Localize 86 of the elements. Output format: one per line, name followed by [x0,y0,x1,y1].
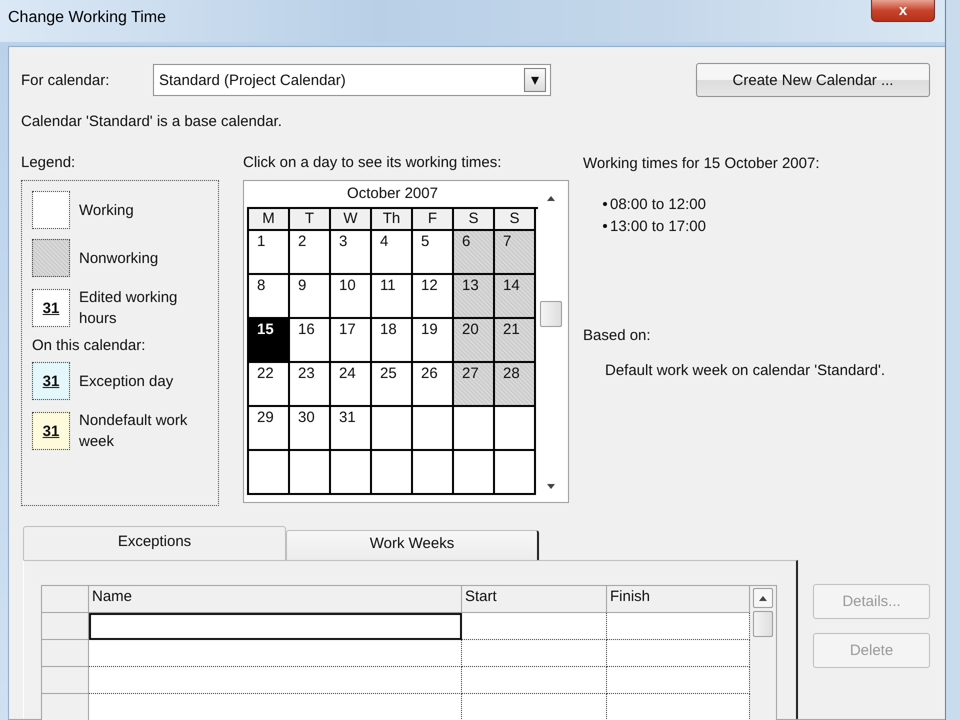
close-button[interactable]: x [871,0,935,22]
weekday-header: T [290,209,331,231]
day-cell[interactable]: 14 [495,275,536,319]
day-cell[interactable]: 22 [249,363,290,407]
table-cell[interactable] [462,640,607,667]
scroll-up-icon[interactable] [546,195,556,201]
scroll-thumb[interactable] [753,611,773,637]
day-cell[interactable]: 10 [331,275,372,319]
day-cell[interactable]: 25 [372,363,413,407]
legend-swatch: 31 [32,289,70,327]
legend-swatch: 31 [32,362,70,400]
day-cell[interactable]: 21 [495,319,536,363]
day-cell[interactable]: 13 [454,275,495,319]
legend-heading: On this calendar: [32,337,146,354]
day-cell[interactable]: 18 [372,319,413,363]
day-cell[interactable]: 16 [290,319,331,363]
legend-label-text: Nondefault work week [79,411,188,452]
row-header[interactable] [42,667,89,694]
weekday-header: S [495,209,536,231]
scroll-up-icon[interactable] [758,595,768,601]
window-title: Change Working Time [8,9,166,27]
legend-swatch: 31 [32,412,70,450]
day-cell[interactable]: 7 [495,231,536,275]
table-cell[interactable] [89,613,462,640]
day-cell[interactable]: 31 [331,407,372,451]
calendar-note: Calendar 'Standard' is a base calendar. [21,113,283,130]
legend-label-text: Nonworking [79,248,160,268]
day-cell[interactable]: 28 [495,363,536,407]
day-cell[interactable]: 3 [331,231,372,275]
day-cell[interactable]: 1 [249,231,290,275]
day-cell[interactable]: 29 [249,407,290,451]
day-cell[interactable]: 30 [290,407,331,451]
bullet-icon [603,224,607,228]
table-cell[interactable] [462,667,607,694]
row-header[interactable] [42,640,89,667]
day-cell[interactable]: 17 [331,319,372,363]
table-cell[interactable] [89,667,462,694]
working-times-title: Working times for 15 October 2007: [583,155,820,174]
weekday-header: F [413,209,454,231]
day-cell[interactable]: 11 [372,275,413,319]
row-header[interactable] [42,613,89,640]
calendar-dropdown[interactable]: Standard (Project Calendar) ▾ [153,64,551,96]
day-cell[interactable]: 24 [331,363,372,407]
tab[interactable]: Exceptions [23,526,286,560]
day-cell[interactable]: 26 [413,363,454,407]
table-cell[interactable] [462,613,607,640]
calendar-prompt: Click on a day to see its working times: [243,154,502,173]
table-scrollbar[interactable] [750,586,776,720]
working-time: 08:00 to 12:00 [610,196,706,212]
day-cell[interactable]: 12 [413,275,454,319]
day-cell[interactable]: 4 [372,231,413,275]
based-on-label: Based on: [583,327,652,344]
day-cell[interactable]: 20 [454,319,495,363]
day-cell[interactable]: 5 [413,231,454,275]
legend-label-text: Working [79,200,135,220]
table-cell[interactable] [89,640,462,667]
legend-label: Legend: [21,154,76,173]
tab[interactable]: Work Weeks [286,530,539,560]
weekday-header: S [454,209,495,231]
month-title: October 2007 [346,184,439,204]
legend-swatch [32,239,70,277]
legend-swatch [32,191,70,229]
based-on-text: Default work week on calendar 'Standard'. [605,362,886,379]
bullet-icon [603,202,607,206]
weekday-header: M [249,209,290,231]
day-cell[interactable]: 27 [454,363,495,407]
day-cell[interactable]: 9 [290,275,331,319]
column-header[interactable]: Start [462,586,607,613]
day-cell[interactable]: 19 [413,319,454,363]
row-header[interactable] [42,694,89,720]
legend-label-text: Exception day [79,372,174,392]
day-cell[interactable]: 15 [249,319,290,363]
scroll-thumb[interactable] [540,301,562,327]
scroll-down-icon[interactable] [546,484,556,490]
create-new-calendar-button[interactable]: Create New Calendar ... [696,63,930,97]
column-header[interactable]: Finish [607,586,750,613]
day-cell[interactable]: 6 [454,231,495,275]
weekday-header: W [331,209,372,231]
day-cell[interactable]: 23 [290,363,331,407]
legend-label-text: Edited working hours [79,288,178,329]
weekday-header: Th [372,209,413,231]
day-cell[interactable]: 8 [249,275,290,319]
column-header[interactable]: Name [89,586,462,613]
working-time: 13:00 to 17:00 [610,218,706,234]
day-cell[interactable]: 2 [290,231,331,275]
for-calendar-label: For calendar: [21,72,110,88]
